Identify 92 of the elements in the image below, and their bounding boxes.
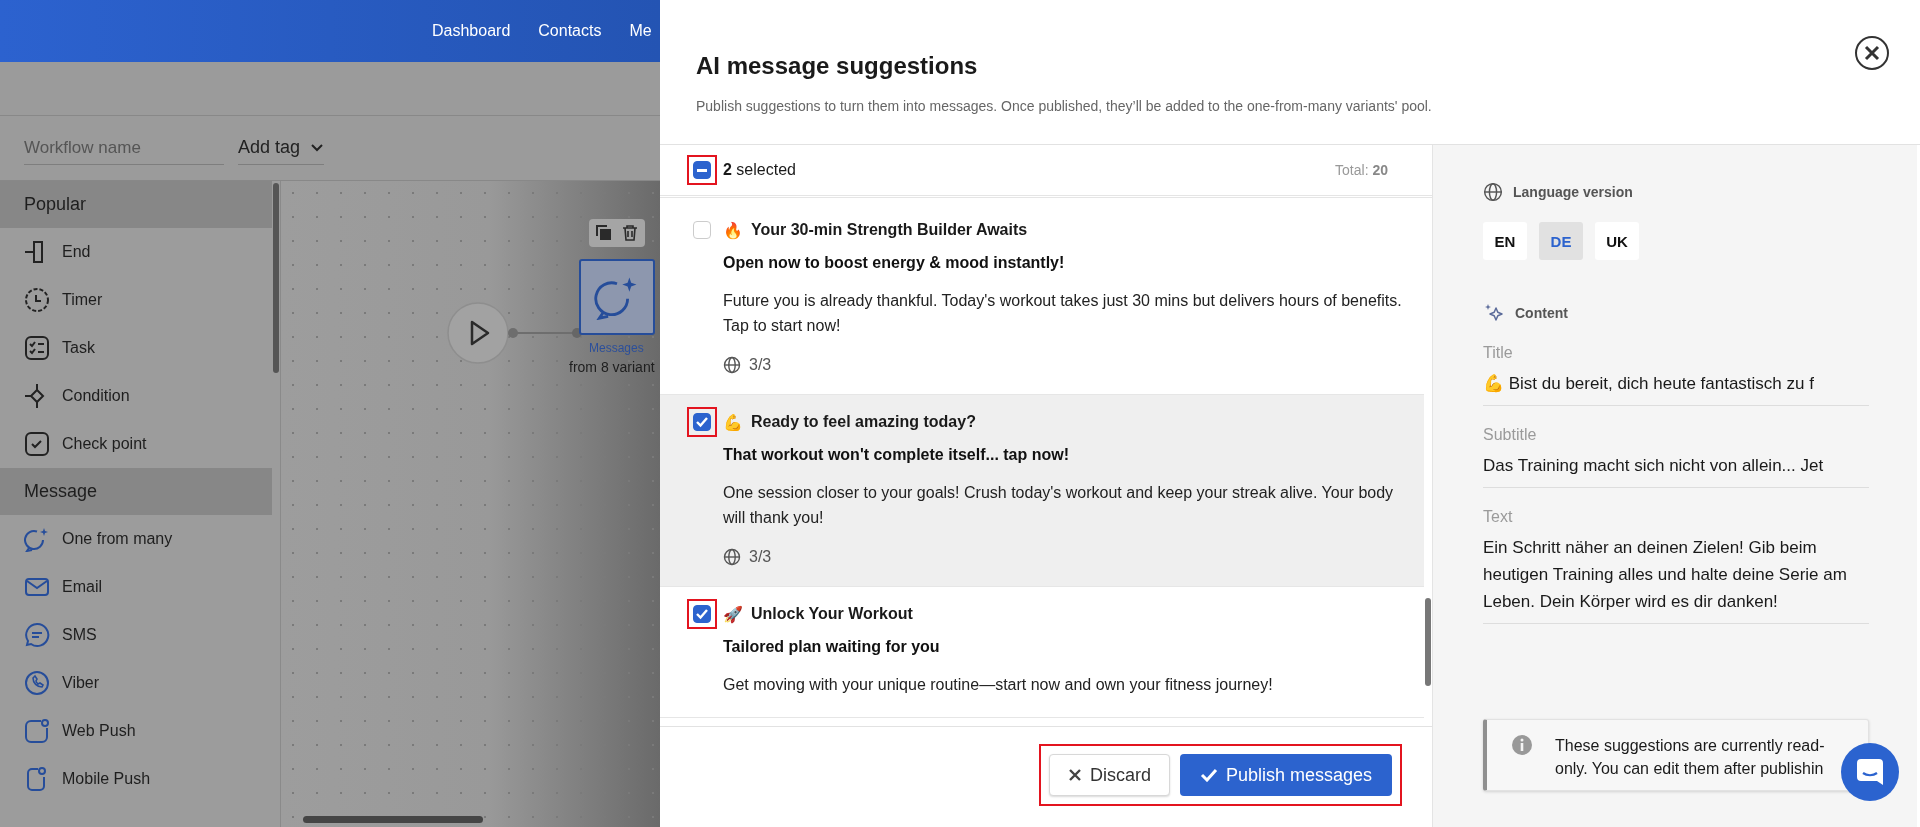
trash-icon[interactable]	[621, 224, 639, 242]
panel-title: AI message suggestions	[696, 52, 979, 80]
item-label: Web Push	[62, 722, 136, 740]
field-value: Ein Schritt näher an deinen Zielen! Gib beim heutigen Training alles und halte deine Serie am Leben. Dein Körper wird es dir danken!	[1483, 537, 1848, 613]
item-label: Viber	[62, 674, 100, 692]
globe-icon	[723, 356, 741, 374]
caret-icon	[310, 142, 325, 153]
item-label: One from many	[62, 530, 173, 548]
node-label: Messages	[589, 341, 644, 355]
close-icon[interactable]	[1854, 35, 1890, 71]
sidebar-item[interactable]: Email	[0, 563, 272, 611]
section-label: Content	[1515, 305, 1568, 321]
sidebar-item[interactable]: Condition	[0, 372, 272, 420]
suggestion-title: Ready to feel amazing today?	[751, 413, 976, 432]
suggestion-title: Your 30-min Strength Builder Awaits	[751, 221, 1028, 240]
chat-bubble-icon	[24, 622, 50, 648]
emoji: 🔥	[723, 221, 743, 240]
suggestion-text: Get moving with your unique routine—start now and own your fitness journey!	[723, 675, 1273, 695]
sparkle-chat-icon	[24, 526, 50, 552]
language-count: 3/3	[749, 548, 772, 566]
suggestion-card[interactable]: 💪 Ready to feel amazing today? That workout won't complete itself... tap now! One session closer to your goals! Crush today's workout and keep your streak alive. Your body will thank you! 3/3	[660, 395, 1424, 587]
item-label: SMS	[62, 626, 97, 644]
checkbox[interactable]	[693, 605, 711, 623]
language-tab[interactable]: DE	[1539, 222, 1583, 260]
item-label: Task	[62, 339, 95, 357]
notification-square-icon	[24, 718, 50, 744]
sidebar-item[interactable]: SMS	[0, 611, 272, 659]
node-caption: from 8 variant	[569, 359, 655, 375]
field-label: Title	[1483, 344, 1514, 362]
language-tab[interactable]: EN	[1483, 222, 1527, 260]
chat-icon	[1855, 757, 1885, 787]
select-all-checkbox[interactable]	[693, 161, 711, 179]
suggestion-subtitle: Tailored plan waiting for you	[723, 638, 941, 656]
sparkle-icon	[1483, 302, 1505, 324]
emoji: 🚀	[723, 605, 743, 624]
info-icon	[1511, 734, 1533, 756]
sidebar-item[interactable]: Task	[0, 324, 272, 372]
publish-button[interactable]: Publish messages	[1179, 754, 1392, 796]
total-count: Total: 20	[1335, 162, 1388, 178]
phone-bubble-icon	[24, 670, 50, 696]
emoji: 💪	[723, 413, 743, 432]
message-node[interactable]	[579, 259, 655, 335]
sidebar-item[interactable]: End	[0, 228, 272, 276]
section-header: Popular	[0, 181, 272, 228]
nav-link[interactable]: Contacts	[538, 22, 602, 40]
suggestion-card[interactable]: 🚀 Unlock Your Workout Tailored plan waiting for you Get moving with your unique routine—start now and own your fitness journey!	[660, 587, 1424, 718]
sidebar-item[interactable]: One from many	[0, 515, 272, 563]
scrollbar[interactable]	[303, 816, 483, 823]
copy-icon[interactable]	[595, 224, 613, 242]
suggestion-text: One session closer to your goals! Crush today's workout and keep your streak alive. Your body will thank you!	[723, 483, 1395, 528]
item-label: Email	[62, 578, 102, 596]
item-label: Condition	[62, 387, 130, 405]
globe-icon	[723, 548, 741, 566]
item-label: Mobile Push	[62, 770, 151, 788]
checklist-icon	[24, 335, 50, 361]
start-node[interactable]	[446, 301, 510, 365]
section-label: Language version	[1513, 184, 1633, 200]
panel-description: Publish suggestions to turn them into messages. Once published, they’ll be added to the one-from-many variants' pool.	[696, 98, 1433, 114]
suggestion-subtitle: That workout won't complete itself... tap now!	[723, 446, 1071, 464]
clock-icon	[24, 287, 50, 313]
nav-link[interactable]: Dashboard	[432, 22, 511, 40]
field-label: Text	[1483, 508, 1514, 526]
sidebar-item[interactable]: Timer	[0, 276, 272, 324]
globe-icon	[1483, 182, 1503, 202]
scrollbar[interactable]	[1425, 598, 1431, 686]
suggestion-subtitle: Open now to boost energy & mood instantly!	[723, 254, 1066, 272]
discard-button[interactable]: Discard	[1048, 754, 1170, 796]
checkbox[interactable]	[693, 413, 711, 431]
workflow-name-field[interactable]: Workflow name	[24, 131, 224, 165]
scrollbar[interactable]	[273, 183, 279, 373]
item-label: Timer	[62, 291, 103, 309]
sidebar-item[interactable]: Check point	[0, 420, 272, 468]
add-tag-dropdown[interactable]: Add tag	[238, 131, 325, 165]
notice-text: These suggestions are currently read-only. You can edit them after publishin	[1555, 736, 1826, 779]
item-label: Check point	[62, 435, 147, 453]
sidebar-item[interactable]: Viber	[0, 659, 272, 707]
sidebar-item[interactable]: Mobile Push	[0, 755, 272, 803]
suggestion-text: Future you is already thankful. Today's workout takes just 30 mins but delivers hours of benefits. Tap to start now!	[723, 291, 1403, 336]
language-tab[interactable]: UK	[1595, 222, 1639, 260]
section-header: Message	[0, 468, 272, 515]
field-label: Subtitle	[1483, 426, 1538, 444]
check-icon	[1199, 768, 1218, 782]
nav-link[interactable]: Me	[629, 22, 652, 40]
suggestion-title: Unlock Your Workout	[751, 605, 913, 624]
sidebar-item[interactable]: Web Push	[0, 707, 272, 755]
field-value: Das Training macht sich nicht von allein... Jet	[1483, 455, 1825, 477]
checkbox-icon	[24, 431, 50, 457]
field-value: 💪 Bist du bereit, dich heute fantastisch zu f	[1483, 373, 1815, 395]
language-count: 3/3	[749, 356, 772, 374]
selected-count: 2 selected	[723, 161, 796, 179]
close-icon	[1067, 768, 1082, 782]
item-label: End	[62, 243, 91, 261]
